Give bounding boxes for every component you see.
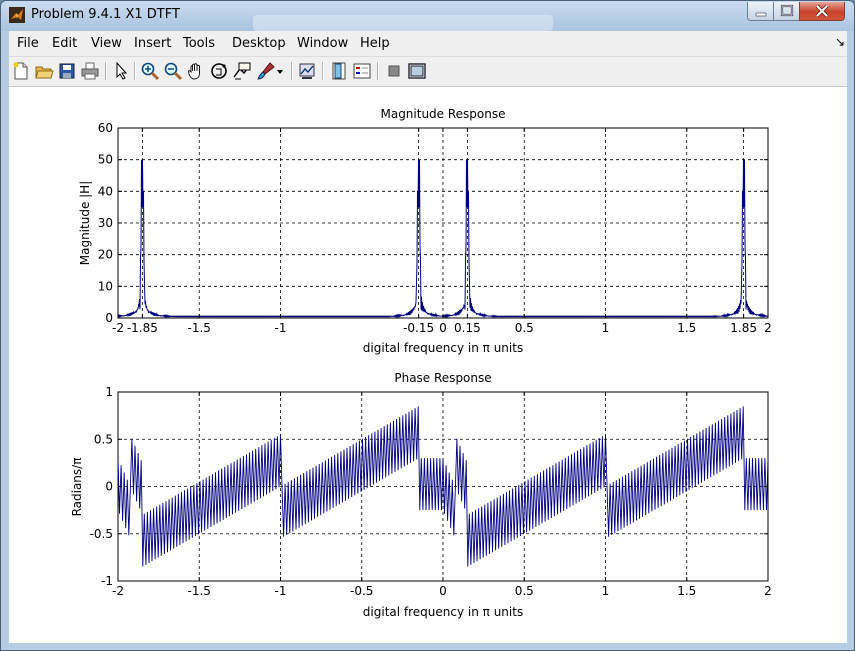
toolbar-separator [105,62,107,80]
open-file-icon[interactable] [34,61,54,81]
magnitude-ytick-label: 0 [105,311,113,325]
hide-plot-tools-icon[interactable] [384,61,404,81]
close-icon [815,4,829,18]
phase-xtick-label: -0.5 [350,584,373,598]
phase-ytick-label: -1 [101,574,113,588]
magnitude-xtick-label: -0.15 [403,321,434,335]
show-plot-tools-icon[interactable] [407,61,427,81]
magnitude-ytick-label: 20 [98,248,113,262]
magnitude-xlabel: digital frequency in π units [363,341,523,355]
phase-xtick-label: 0 [439,584,447,598]
select-arrow-icon[interactable] [111,61,131,81]
print-icon[interactable] [80,61,100,81]
dock-arrow-icon[interactable]: ↘ [835,35,845,49]
magnitude-xtick-label: -1.85 [127,321,158,335]
figure-window: Problem 9.4.1 X1 DTFT File Edit View Ins… [0,0,855,651]
magnitude-xtick-label: 1.85 [730,321,757,335]
phase-ylabel: Radians/π [70,458,84,517]
phase-xtick-label: -1 [275,584,287,598]
figure-toolbar [9,56,847,87]
magnitude-ylabel: Magnitude |H| [78,181,92,266]
menu-desktop[interactable]: Desktop [232,36,286,51]
menu-insert[interactable]: Insert [134,36,171,51]
chevron-down-icon[interactable] [275,61,285,81]
maximize-button[interactable] [773,2,801,21]
phase-xtick-label: 0.5 [515,584,534,598]
phase-ytick-label: 0 [105,480,113,494]
data-cursor-icon[interactable] [232,61,252,81]
magnitude-axes[interactable]: -2 -1.85 -1.5 -1 -0.15 0 0.15 0.5 1 1.5 1.85 201020… [78,107,772,355]
menu-help[interactable]: Help [360,36,390,51]
magnitude-xtick-label: 0.15 [454,321,481,335]
pan-hand-icon[interactable] [186,61,206,81]
menu-bar: File Edit View Insert Tools Desktop Wind… [9,31,847,56]
magnitude-xtick-label: 0.5 [515,321,534,335]
magnitude-ytick-label: 40 [98,184,113,198]
zoom-out-icon[interactable] [163,61,183,81]
title-bar[interactable]: Problem 9.4.1 X1 DTFT [1,1,854,31]
menu-file[interactable]: File [17,36,39,51]
maximize-icon [780,4,794,17]
window-title: Problem 9.4.1 X1 DTFT [31,7,180,22]
magnitude-xtick-label: 1 [602,321,610,335]
background-window-ghost [253,15,553,31]
magnitude-xtick-label: 1.5 [677,321,696,335]
phase-xlabel: digital frequency in π units [363,605,523,619]
close-button[interactable] [799,2,845,21]
magnitude-ytick-label: 50 [98,153,113,167]
phase-xtick-label: 1.5 [677,584,696,598]
toolbar-separator [291,62,293,80]
zoom-in-icon[interactable] [140,61,160,81]
phase-xtick-label: 1 [602,584,610,598]
magnitude-title: Magnitude Response [380,107,505,121]
matlab-logo-icon [9,7,25,23]
magnitude-xtick-label: -1.5 [188,321,211,335]
toolbar-separator [322,62,324,80]
rotate-3d-icon[interactable] [209,61,229,81]
phase-xtick-label: -2 [112,584,124,598]
magnitude-ytick-label: 60 [98,121,113,135]
save-icon[interactable] [57,61,77,81]
phase-ytick-label: 1 [105,385,113,399]
legend-icon[interactable] [352,61,372,81]
link-plot-icon[interactable] [297,61,317,81]
magnitude-ytick-label: 10 [98,279,113,293]
menu-tools[interactable]: Tools [183,36,215,51]
colorbar-icon[interactable] [329,61,349,81]
minimize-icon [755,12,767,17]
menu-edit[interactable]: Edit [52,36,77,51]
minimize-button[interactable] [747,2,775,21]
menu-window[interactable]: Window [297,36,348,51]
brush-icon[interactable] [256,61,276,81]
plot-area[interactable]: -2 -1.85 -1.5 -1 -0.15 0 0.15 0.5 1 1.5 1.85 201020… [9,87,847,643]
magnitude-xtick-label: 0 [439,321,447,335]
new-figure-icon[interactable] [11,61,31,81]
figure-canvas: -2 -1.85 -1.5 -1 -0.15 0 0.15 0.5 1 1.5 1.85 2 0 10 20… [9,87,847,643]
phase-xtick-label: -1.5 [188,584,211,598]
toolbar-separator [377,62,379,80]
magnitude-xtick-label: -1 [275,321,287,335]
magnitude-ytick-label: 30 [98,216,113,230]
phase-ytick-label: -0.5 [90,527,113,541]
phase-ytick-label: 0.5 [94,432,113,446]
magnitude-xtick-label: -2 [112,321,124,335]
phase-axes[interactable]: -2 -1.5 -1 -0.5 0 0.5 1 1.5 2 -1 -0.5 0 0.5 1 Phase R… [70,371,772,619]
phase-xtick-label: 2 [764,584,772,598]
phase-title: Phase Response [394,371,491,385]
menu-view[interactable]: View [91,36,122,51]
toolbar-separator [134,62,136,80]
magnitude-xtick-label: 2 [764,321,772,335]
